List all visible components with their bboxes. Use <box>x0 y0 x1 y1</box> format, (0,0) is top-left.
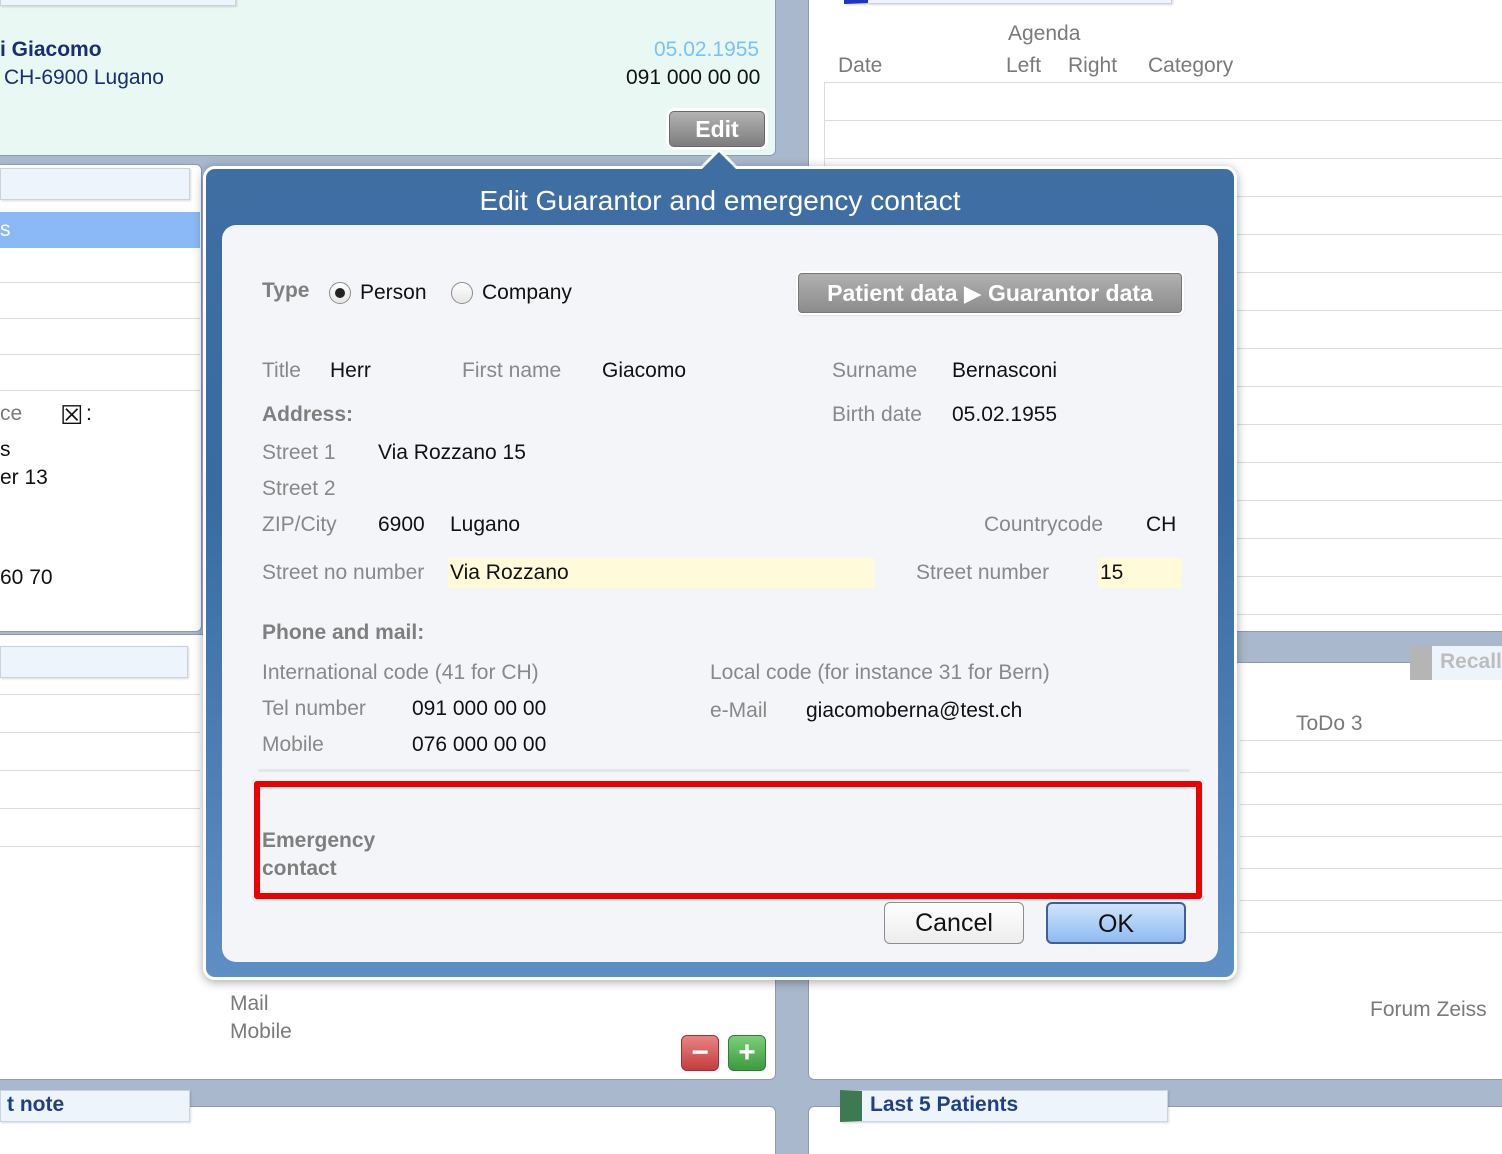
divider <box>0 846 200 847</box>
countrycode-label: Countrycode <box>984 513 1104 536</box>
left-text-s: s <box>0 438 11 461</box>
street-no-number-label: Street no number <box>262 561 425 584</box>
city-field[interactable]: Lugano <box>450 513 520 537</box>
surname-label: Surname <box>832 359 918 382</box>
local-code-hint: Local code (for instance 31 for Bern) <box>710 661 1050 684</box>
zipcity-label: ZIP/City <box>262 513 337 536</box>
agenda-tab <box>844 0 1172 4</box>
patient-name: i Giacomo <box>0 38 102 61</box>
type-label: Type <box>262 279 310 302</box>
ok-button[interactable]: OK <box>1046 902 1186 944</box>
first-name-label: First name <box>462 359 562 382</box>
type-person-radio[interactable] <box>329 282 351 304</box>
zip-field[interactable]: 6900 <box>378 513 425 537</box>
section-divider <box>258 769 1190 772</box>
divider <box>0 770 200 771</box>
street-no-number-field[interactable]: Via Rozzano <box>450 561 569 585</box>
email-field[interactable]: giacomoberna@test.ch <box>806 699 1022 723</box>
add-button[interactable]: + <box>728 1035 766 1071</box>
agenda-col-date[interactable]: Date <box>838 54 882 78</box>
birth-date-field[interactable]: 05.02.1955 <box>952 403 1057 427</box>
agenda-col-category[interactable]: Category <box>1148 54 1233 78</box>
phone-heading: Phone and mail: <box>262 621 425 644</box>
checkbox-icon[interactable]: ☒ <box>60 400 83 431</box>
left-panel-selected-row[interactable]: s <box>0 212 200 248</box>
left-text-6070: 60 70 <box>0 566 53 589</box>
mobile-field[interactable]: 076 000 00 00 <box>412 733 546 757</box>
title-field[interactable]: Herr <box>330 359 371 383</box>
street2-label: Street 2 <box>262 477 336 500</box>
divider <box>0 390 200 391</box>
emergency-contact-highlight <box>254 781 1202 899</box>
countrycode-field[interactable]: CH <box>1146 513 1176 537</box>
forum-label: Forum Zeiss <box>1370 998 1487 1021</box>
divider <box>0 694 200 695</box>
address-heading: Address: <box>262 403 354 426</box>
street1-field[interactable]: Via Rozzano 15 <box>378 441 526 465</box>
patient-phone: 091 000 00 00 <box>626 66 761 89</box>
left-field-label: ce <box>0 402 23 425</box>
type-company-radio[interactable] <box>451 282 473 304</box>
copy-patient-to-guarantor-button[interactable]: Patient data ▶ Guarantor data <box>798 273 1182 313</box>
recall-tab[interactable]: Recall <box>1410 646 1502 680</box>
divider <box>0 732 200 733</box>
agenda-col-left[interactable]: Left <box>1006 54 1041 78</box>
last5-tab[interactable]: Last 5 Patients <box>840 1090 1168 1122</box>
todo-label: ToDo 3 <box>1296 712 1363 735</box>
left-text-er13: er 13 <box>0 466 48 489</box>
street-number-field[interactable]: 15 <box>1100 561 1123 585</box>
street1-label: Street 1 <box>262 441 336 464</box>
divider <box>0 282 200 283</box>
mobile-label: Mobile <box>230 1020 292 1043</box>
street2-field[interactable] <box>378 477 678 503</box>
mail-label: Mail <box>230 992 269 1015</box>
divider <box>0 808 200 809</box>
popover-arrow-inner <box>700 152 738 171</box>
email-label: e-Mail <box>710 699 768 722</box>
type-person-label[interactable]: Person <box>360 281 427 305</box>
patient-birth-date: 05.02.1955 <box>654 38 760 61</box>
edit-guarantor-dialog: Edit Guarantor and emergency contact Typ… <box>203 166 1237 980</box>
agenda-header: Agenda <box>1008 22 1081 45</box>
surname-field[interactable]: Bernasconi <box>952 359 1057 383</box>
agenda-col-right[interactable]: Right <box>1068 54 1117 78</box>
edit-button[interactable]: Edit <box>669 111 765 147</box>
dialog-body: Type Person Company Patient data ▶ Guara… <box>222 225 1218 962</box>
remove-button[interactable]: − <box>681 1035 719 1071</box>
street-number-label: Street number <box>916 561 1050 584</box>
dialog-title: Edit Guarantor and emergency contact <box>479 185 961 216</box>
type-company-label[interactable]: Company <box>482 281 572 305</box>
left-panel-selected-label: s <box>0 218 11 241</box>
left-lower-tab <box>0 646 188 678</box>
left-panel-tab <box>0 168 190 200</box>
mobile-label: Mobile <box>262 733 324 756</box>
title-label: Title <box>262 359 301 382</box>
todo-rows <box>1240 740 1502 934</box>
checkbox-suffix: : <box>86 402 92 425</box>
note-tab[interactable]: t note <box>0 1090 190 1122</box>
divider <box>0 318 200 319</box>
first-name-field[interactable]: Giacomo <box>602 359 686 383</box>
tel-label: Tel number <box>262 697 366 720</box>
birth-date-label: Birth date <box>832 403 922 426</box>
patient-card-tab <box>0 0 236 6</box>
tel-field[interactable]: 091 000 00 00 <box>412 697 546 721</box>
patient-address: CH-6900 Lugano <box>4 66 164 89</box>
intl-code-hint: International code (41 for CH) <box>262 661 539 684</box>
recall-tab-label: Recall <box>1440 650 1502 673</box>
cancel-button[interactable]: Cancel <box>884 902 1024 944</box>
divider <box>0 354 200 355</box>
